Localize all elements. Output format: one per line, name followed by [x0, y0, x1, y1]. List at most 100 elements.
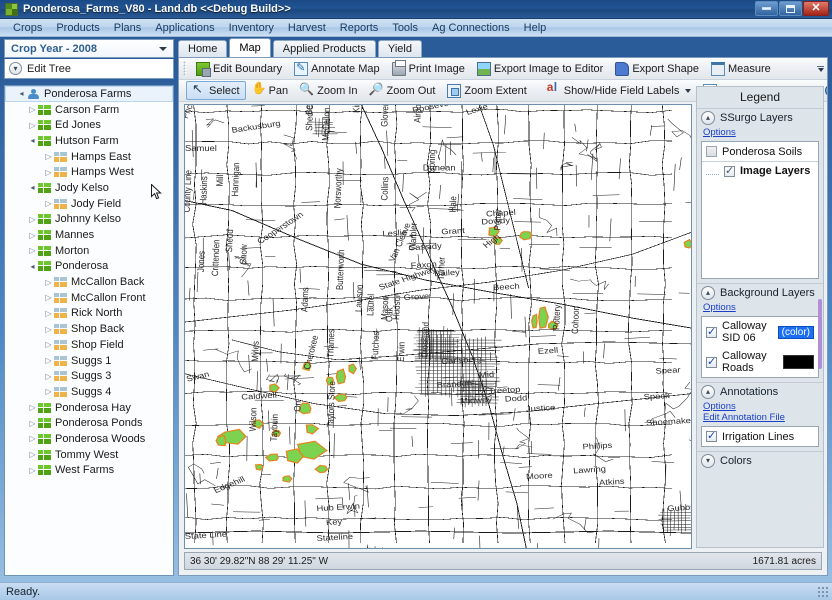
menu-item-help[interactable]: Help [517, 20, 554, 36]
menu-item-products[interactable]: Products [49, 20, 106, 36]
close-button[interactable]: ✕ [803, 1, 829, 16]
menu-item-inventory[interactable]: Inventory [222, 20, 281, 36]
toolbar-button-pan[interactable]: Pan [246, 81, 295, 100]
toolbar-button-show-hide-field-labels[interactable]: Show/Hide Field Labels [541, 80, 698, 100]
collapse-triangle-icon[interactable]: ◂ [27, 262, 38, 271]
legend-row-ponderosa-soils[interactable]: Ponderosa Soils [702, 142, 818, 161]
menu-item-reports[interactable]: Reports [333, 20, 386, 36]
toolbar-button-export-shape[interactable]: Export Shape [609, 59, 705, 78]
legend-link-options[interactable]: Options [697, 302, 823, 313]
tree-item-ed-jones[interactable]: ▷ Ed Jones [5, 117, 173, 133]
collapse-triangle-icon[interactable]: ◂ [16, 89, 27, 98]
expand-triangle-icon[interactable]: ▷ [43, 340, 54, 349]
field-polygon[interactable] [519, 231, 533, 241]
expand-triangle-icon[interactable]: ▷ [27, 466, 38, 475]
checkbox-checked-icon[interactable] [724, 164, 735, 177]
tree-item-shop-back[interactable]: ▷ Shop Back [5, 321, 173, 337]
expand-triangle-icon[interactable]: ▷ [43, 387, 54, 396]
menu-item-ag-connections[interactable]: Ag Connections [425, 20, 517, 36]
legend-row-image-layers[interactable]: Image Layers [702, 161, 818, 180]
tree-item-suggs-1[interactable]: ▷ Suggs 1 [5, 353, 173, 369]
tree-item-ponderosa-ponds[interactable]: ▷ Ponderosa Ponds [5, 415, 173, 431]
legend-section-header-ssurgo-layers[interactable]: ▴ SSurgo Layers [697, 108, 823, 127]
toolbar-button-annotate-map[interactable]: Annotate Map [288, 59, 386, 78]
legend-section-header-colors[interactable]: ▾ Colors [697, 451, 823, 470]
chevron-up-icon[interactable]: ▴ [701, 286, 715, 300]
tree-item-jody-field[interactable]: ▷ Jody Field [5, 196, 173, 212]
expand-triangle-icon[interactable]: ▷ [27, 215, 38, 224]
toolbar-button-print-image[interactable]: Print Image [386, 59, 471, 78]
expand-triangle-icon[interactable]: ▷ [27, 121, 38, 130]
tree-item-carson-farm[interactable]: ▷ Carson Farm [5, 102, 173, 118]
checkbox-unchecked-icon[interactable] [706, 146, 717, 157]
toolbar-button-zoom-in[interactable]: Zoom In [294, 81, 363, 100]
checkbox-checked-icon[interactable] [706, 429, 717, 442]
toolbar-overflow-button[interactable] [817, 65, 827, 72]
expand-triangle-icon[interactable]: ▷ [27, 419, 38, 428]
tree-item-hamps-west[interactable]: ▷ Hamps West [5, 164, 173, 180]
chevron-down-icon[interactable]: ▾ [701, 454, 715, 468]
tree-item-mannes[interactable]: ▷ Mannes [5, 227, 173, 243]
legend-row-calloway-roads[interactable]: Calloway Roads [702, 347, 818, 377]
tree-item-rick-north[interactable]: ▷ Rick North [5, 306, 173, 322]
toolbar-button-select[interactable]: Select [186, 81, 246, 100]
expand-triangle-icon[interactable]: ▷ [27, 231, 38, 240]
chevron-up-icon[interactable]: ▴ [701, 385, 715, 399]
checkbox-checked-icon[interactable] [706, 355, 717, 368]
farm-tree[interactable]: ◂ Ponderosa Farms ▷ Carson Farm ▷ Ed Jones ◂ Hu… [4, 85, 174, 576]
tree-item-morton[interactable]: ▷ Morton [5, 243, 173, 259]
toolbar-grip[interactable] [183, 61, 187, 76]
color-swatch-black[interactable] [782, 355, 814, 369]
expand-triangle-icon[interactable]: ▷ [43, 356, 54, 365]
minimize-button[interactable] [755, 1, 778, 16]
tree-item-ponderosa-woods[interactable]: ▷ Ponderosa Woods [5, 431, 173, 447]
legend-section-header-background-layers[interactable]: ▴ Background Layers [697, 283, 823, 302]
expand-triangle-icon[interactable]: ▷ [43, 309, 54, 318]
checkbox-checked-icon[interactable] [706, 325, 717, 338]
toolbar-button-zoom-extent[interactable]: Zoom Extent [441, 81, 532, 100]
legend-link-options[interactable]: Options [697, 401, 823, 412]
expand-triangle-icon[interactable]: ▷ [27, 434, 38, 443]
expand-triangle-icon[interactable]: ▷ [27, 403, 38, 412]
edit-tree-header[interactable]: ▾ Edit Tree [4, 59, 174, 79]
tab-map[interactable]: Map [229, 38, 271, 57]
expand-triangle-icon[interactable]: ▷ [43, 325, 54, 334]
chevron-up-icon[interactable]: ▴ [701, 111, 715, 125]
tree-item-mccallon-back[interactable]: ▷ McCallon Back [5, 274, 173, 290]
map-graphic[interactable]: BackusburgSamuelPrice Shed Ct 1458 McCallo… [185, 105, 691, 548]
expand-triangle-icon[interactable]: ▷ [43, 168, 54, 177]
field-polygon[interactable] [531, 313, 538, 329]
legend-section-header-annotations[interactable]: ▴ Annotations [697, 382, 823, 401]
chevron-down-icon[interactable] [685, 88, 692, 93]
legend-link-edit-annotation-file[interactable]: Edit Annotation File [697, 412, 823, 423]
legend-scrollbar[interactable] [818, 299, 822, 369]
expand-triangle-icon[interactable]: ▷ [43, 199, 54, 208]
toolbar-button-zoom-out[interactable]: Zoom Out [364, 81, 442, 100]
menu-item-crops[interactable]: Crops [6, 20, 49, 36]
tree-item-ponderosa[interactable]: ◂ Ponderosa [5, 259, 173, 275]
toolbar-button-edit-boundary[interactable]: Edit Boundary [190, 59, 288, 78]
collapse-triangle-icon[interactable]: ◂ [27, 136, 38, 145]
legend-link-options[interactable]: Options [697, 127, 823, 138]
tree-item-johnny-kelso[interactable]: ▷ Johnny Kelso [5, 212, 173, 228]
tree-item-ponderosa-farms[interactable]: ◂ Ponderosa Farms [5, 86, 173, 102]
menu-item-applications[interactable]: Applications [148, 20, 221, 36]
expand-triangle-icon[interactable]: ▷ [27, 105, 38, 114]
toolbar-button-export-image-to-editor[interactable]: Export Image to Editor [471, 59, 609, 78]
legend-row-calloway-sid-06[interactable]: Calloway SID 06 (color) [702, 317, 818, 347]
tree-item-west-farms[interactable]: ▷ West Farms [5, 463, 173, 479]
field-polygon[interactable] [215, 434, 227, 447]
expand-triangle-icon[interactable]: ▷ [43, 278, 54, 287]
toolbar-button-measure[interactable]: Measure [705, 59, 777, 78]
menu-item-tools[interactable]: Tools [385, 20, 425, 36]
tree-item-hamps-east[interactable]: ▷ Hamps East [5, 149, 173, 165]
menu-item-plans[interactable]: Plans [107, 20, 149, 36]
tab-applied-products[interactable]: Applied Products [272, 40, 376, 57]
resize-grip[interactable] [817, 586, 829, 598]
expand-triangle-icon[interactable]: ▷ [43, 372, 54, 381]
map-viewport[interactable]: Backusburg Samuel Price Shed Ct 1458 McCallo… [184, 104, 692, 549]
tree-item-ponderosa-hay[interactable]: ▷ Ponderosa Hay [5, 400, 173, 416]
tab-yield[interactable]: Yield [377, 40, 422, 57]
tree-item-jody-kelso[interactable]: ◂ Jody Kelso [5, 180, 173, 196]
field-polygon[interactable] [335, 368, 347, 385]
